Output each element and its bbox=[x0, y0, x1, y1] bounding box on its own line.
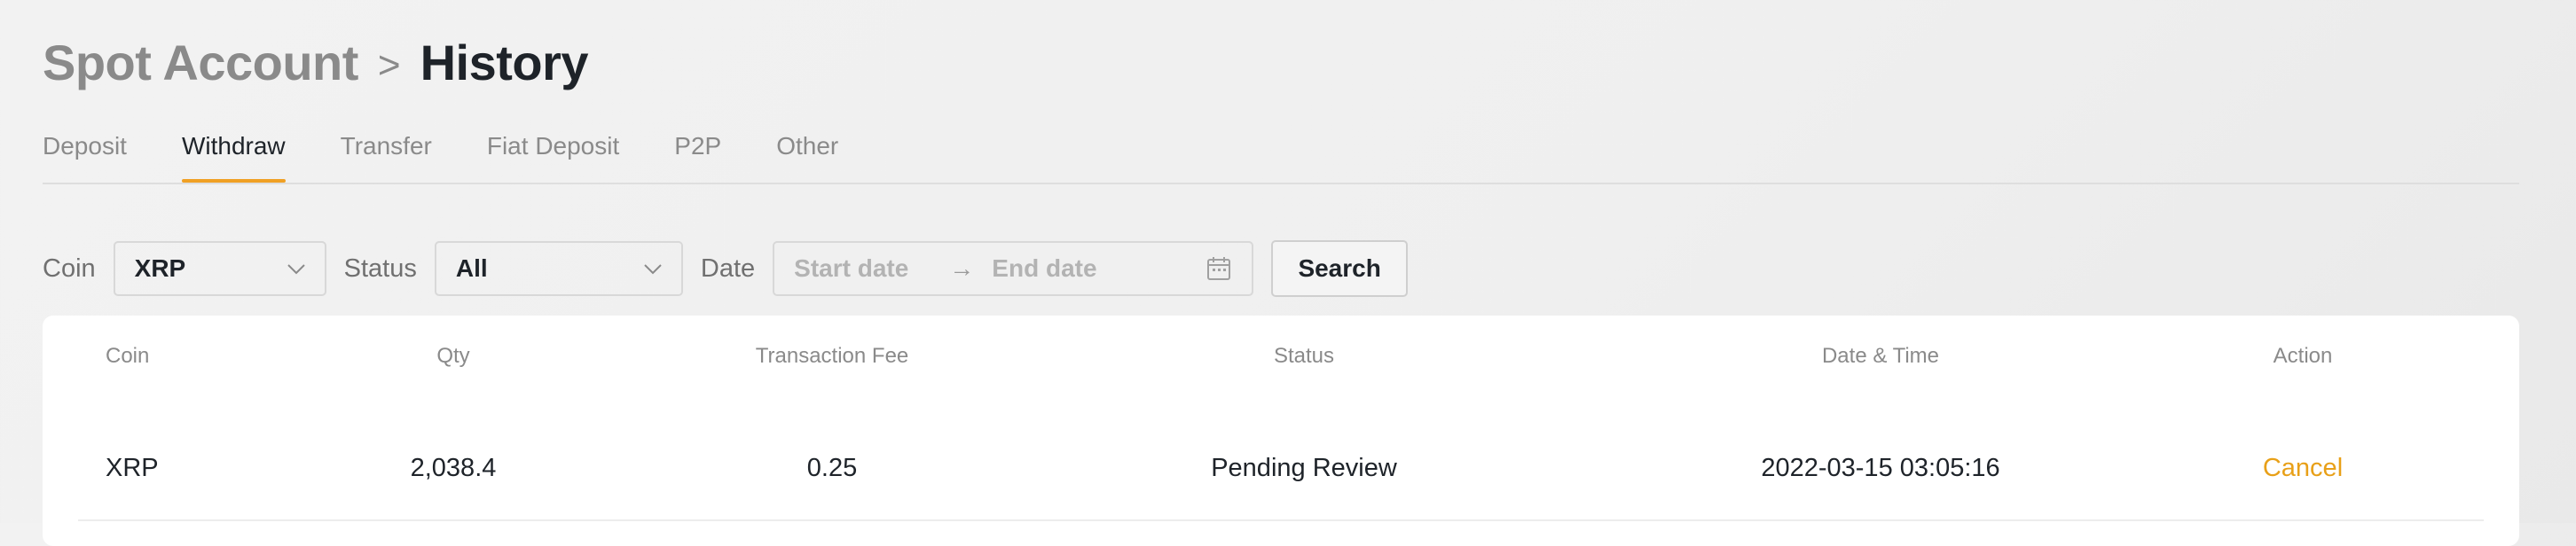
tab-fiat-deposit[interactable]: Fiat Deposit bbox=[487, 119, 619, 181]
table-row: XRP 2,038.4 0.25 Pending Review 2022-03-… bbox=[78, 431, 2484, 521]
column-header-action: Action bbox=[2273, 344, 2333, 368]
table-header: Coin Qty Transaction Fee Status Date & T… bbox=[43, 344, 2519, 379]
column-header-status: Status bbox=[1273, 344, 1335, 368]
date-range-picker[interactable]: Start date → End date bbox=[773, 241, 1254, 296]
coin-select[interactable]: XRP bbox=[113, 241, 326, 296]
withdraw-history-table: Coin Qty Transaction Fee Status Date & T… bbox=[43, 316, 2519, 546]
calendar-icon[interactable] bbox=[1206, 255, 1232, 282]
breadcrumb: Spot Account > History bbox=[43, 27, 589, 98]
row-coin: XRP bbox=[106, 454, 159, 482]
history-tabs: Deposit Withdraw Transfer Fiat Deposit P… bbox=[43, 119, 2519, 184]
tab-p2p[interactable]: P2P bbox=[674, 119, 721, 181]
range-arrow-icon: → bbox=[949, 254, 975, 282]
status-select[interactable]: All bbox=[434, 241, 683, 296]
end-date-input[interactable]: End date bbox=[992, 254, 1096, 283]
cancel-withdrawal-link[interactable]: Cancel bbox=[2263, 454, 2343, 483]
tab-other[interactable]: Other bbox=[776, 119, 838, 181]
chevron-down-icon bbox=[644, 264, 662, 275]
coin-filter-label: Coin bbox=[43, 254, 96, 283]
search-button[interactable]: Search bbox=[1271, 240, 1409, 297]
column-header-coin: Coin bbox=[106, 344, 150, 368]
column-header-date-time: Date & Time bbox=[1821, 344, 1940, 368]
tab-deposit[interactable]: Deposit bbox=[43, 119, 127, 181]
status-filter-label: Status bbox=[343, 254, 417, 283]
history-page: Spot Account > History Deposit Withdraw … bbox=[43, 0, 2519, 546]
status-select-value: All bbox=[455, 254, 488, 282]
chevron-down-icon bbox=[287, 264, 305, 275]
row-status: Pending Review bbox=[1211, 454, 1397, 482]
tab-transfer[interactable]: Transfer bbox=[341, 119, 432, 181]
column-header-transaction-fee: Transaction Fee bbox=[755, 344, 909, 368]
row-date-time: 2022-03-15 03:05:16 bbox=[1761, 454, 2000, 482]
coin-select-value: XRP bbox=[134, 254, 186, 282]
start-date-input[interactable]: Start date bbox=[794, 254, 908, 283]
row-transaction-fee: 0.25 bbox=[806, 454, 858, 482]
breadcrumb-separator: > bbox=[377, 43, 401, 87]
row-qty: 2,038.4 bbox=[410, 454, 497, 482]
filter-bar: Coin XRP Status All Date Start date → En… bbox=[43, 239, 1409, 298]
date-filter-label: Date bbox=[700, 254, 756, 283]
column-header-qty: Qty bbox=[436, 344, 470, 368]
tab-withdraw[interactable]: Withdraw bbox=[181, 119, 286, 183]
breadcrumb-spot-account[interactable]: Spot Account bbox=[43, 34, 358, 91]
page-title: History bbox=[420, 34, 589, 90]
